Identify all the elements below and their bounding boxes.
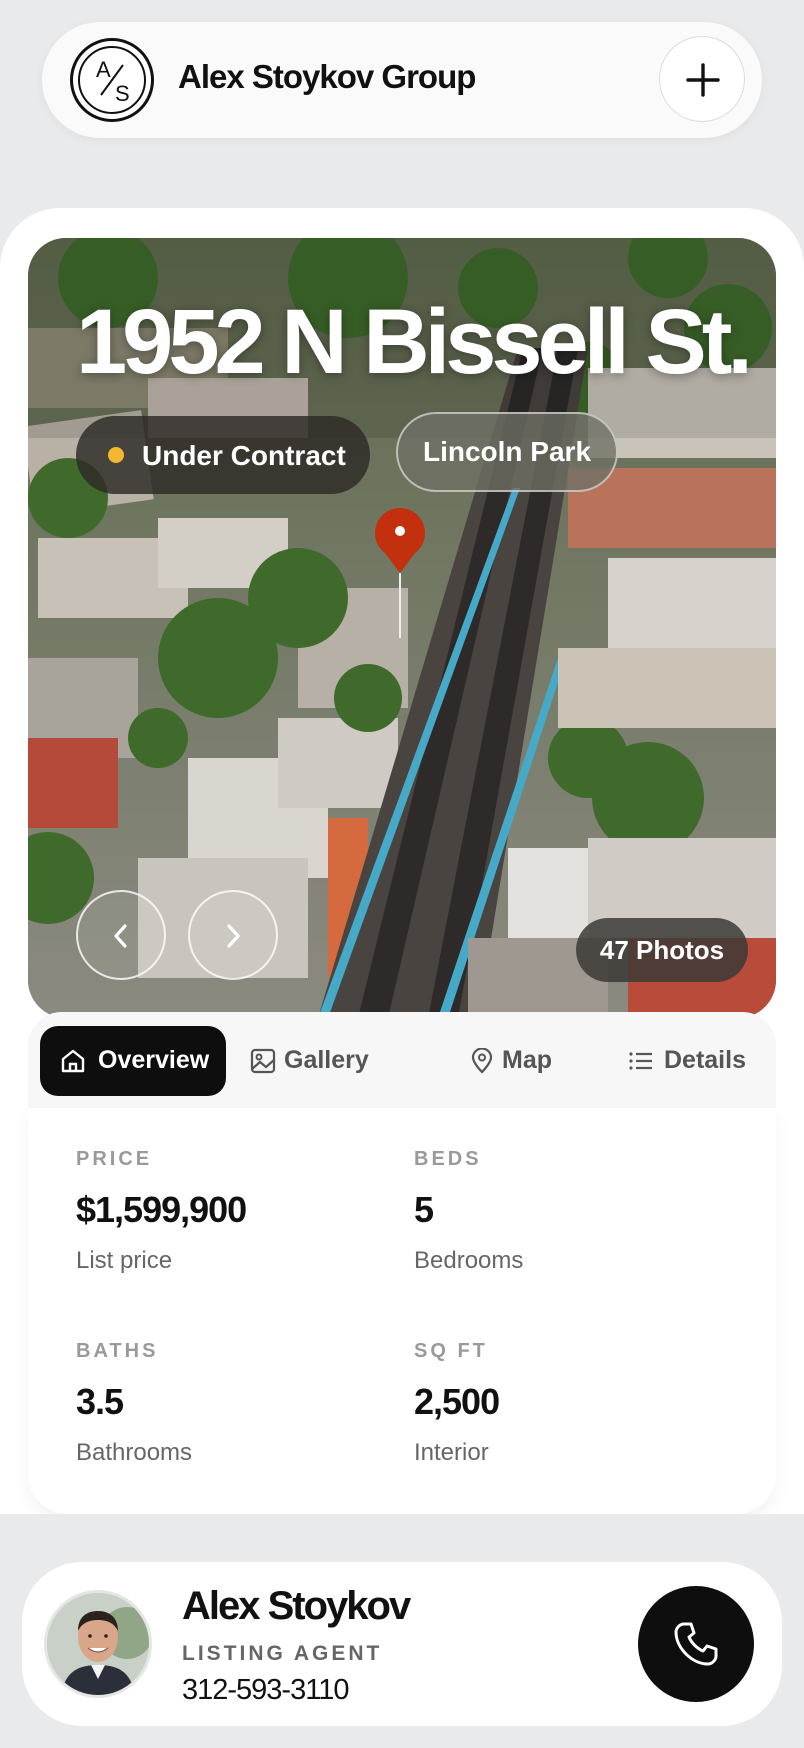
photo-count-button[interactable]: 47 Photos	[576, 918, 748, 982]
logo-monogram-icon: A S	[96, 57, 130, 106]
stat-price-value: $1,599,900	[76, 1189, 247, 1230]
tab-overview[interactable]: Overview	[40, 1026, 226, 1096]
tab-map-label: Map	[502, 1046, 552, 1074]
add-button[interactable]	[659, 36, 745, 122]
agent-name: Alex Stoykov	[182, 1584, 411, 1628]
agent-role: LISTING AGENT	[182, 1642, 383, 1665]
stat-beds: BEDS 5 Bedrooms	[414, 1148, 523, 1275]
stat-sqft: SQ FT 2,500 Interior	[414, 1340, 500, 1467]
status-label: Under Contract	[142, 440, 346, 471]
next-photo-button[interactable]	[188, 890, 278, 980]
status-dot-icon	[108, 447, 124, 463]
stat-baths: BATHS 3.5 Bathrooms	[76, 1340, 192, 1467]
listing-address: 1952 N Bissell St.	[76, 291, 753, 393]
status-badge: Under Contract	[76, 416, 370, 494]
hero-photo[interactable]: 1952 N Bissell St. Under Contract Lincol…	[28, 238, 776, 1018]
chevron-right-icon	[227, 924, 240, 948]
agent-portrait-icon	[47, 1593, 149, 1695]
stat-baths-label: BATHS	[76, 1340, 159, 1362]
phone-icon	[674, 1622, 718, 1666]
stat-beds-label: BEDS	[414, 1148, 482, 1170]
tab-gallery-label: Gallery	[284, 1046, 369, 1074]
home-icon	[61, 1049, 85, 1073]
list-icon	[629, 1052, 652, 1070]
stat-baths-caption: Bathrooms	[76, 1439, 193, 1466]
avatar	[44, 1590, 152, 1698]
chevron-left-icon	[114, 924, 127, 948]
tab-details-label: Details	[664, 1046, 746, 1074]
tab-bar: Overview Gallery Map Details	[28, 1012, 776, 1108]
previous-photo-button[interactable]	[76, 890, 166, 980]
svg-text:S: S	[115, 81, 130, 106]
stat-price: PRICE $1,599,900 List price	[76, 1148, 247, 1275]
stat-baths-value: 3.5	[76, 1381, 124, 1422]
stat-beds-caption: Bedrooms	[414, 1247, 524, 1274]
top-bar: A S Alex Stoykov Group	[42, 22, 762, 138]
stat-price-caption: List price	[76, 1247, 173, 1274]
tab-map[interactable]: Map	[468, 1026, 568, 1096]
stat-sqft-label: SQ FT	[414, 1340, 488, 1362]
brand-name: Alex Stoykov Group	[178, 58, 476, 95]
map-pin-icon	[471, 1048, 493, 1074]
plus-icon	[686, 63, 720, 97]
svg-text:A: A	[96, 57, 111, 82]
brand-logo[interactable]: A S	[70, 38, 154, 122]
neighborhood-badge[interactable]: Lincoln Park	[396, 412, 618, 492]
stat-sqft-value: 2,500	[414, 1381, 500, 1422]
tab-details[interactable]: Details	[626, 1026, 756, 1096]
stat-sqft-caption: Interior	[414, 1439, 489, 1466]
stat-price-label: PRICE	[76, 1148, 153, 1170]
tab-overview-label: Overview	[98, 1046, 210, 1074]
agent-phone[interactable]: 312-593-3110	[182, 1674, 349, 1707]
image-icon	[250, 1048, 276, 1074]
stat-beds-value: 5	[414, 1189, 434, 1230]
agent-card: Alex Stoykov LISTING AGENT 312-593-3110	[22, 1562, 782, 1726]
listing-stats: PRICE $1,599,900 List price BEDS 5 Bedro…	[28, 1108, 776, 1514]
call-button[interactable]	[638, 1586, 754, 1702]
tab-gallery[interactable]: Gallery	[248, 1026, 378, 1096]
